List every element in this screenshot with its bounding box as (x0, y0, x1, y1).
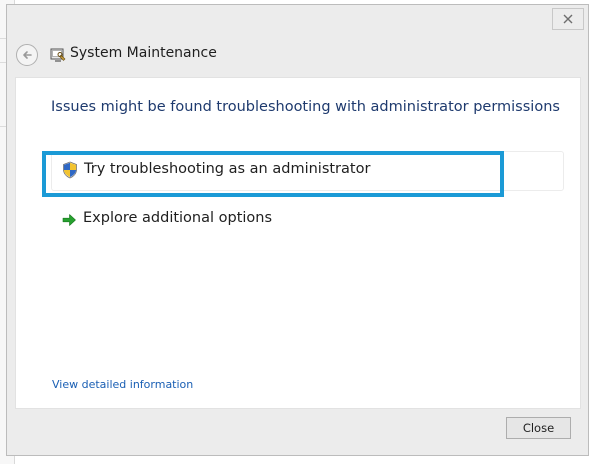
green-arrow-icon (62, 214, 76, 226)
shield-icon (63, 161, 77, 179)
option-label: Try troubleshooting as an administrator (84, 161, 371, 177)
close-icon (563, 14, 573, 24)
view-detailed-information-link[interactable]: View detailed information (52, 378, 193, 391)
close-button[interactable]: Close (506, 417, 571, 439)
back-button[interactable] (16, 44, 38, 66)
window-title: System Maintenance (70, 45, 217, 61)
page-heading: Issues might be found troubleshooting wi… (51, 99, 560, 115)
content-panel: Issues might be found troubleshooting wi… (15, 77, 581, 409)
option-troubleshoot-as-admin[interactable]: Try troubleshooting as an administrator (51, 151, 564, 191)
option-explore-additional[interactable]: Explore additional options (51, 206, 351, 234)
dialog-header: System Maintenance (7, 33, 588, 75)
window-close-button[interactable] (552, 8, 584, 30)
screen: System Maintenance Issues might be found… (0, 0, 594, 464)
system-maintenance-icon (50, 48, 66, 62)
system-maintenance-dialog: System Maintenance Issues might be found… (6, 4, 589, 456)
back-arrow-icon (23, 51, 32, 59)
option-label: Explore additional options (83, 210, 273, 226)
